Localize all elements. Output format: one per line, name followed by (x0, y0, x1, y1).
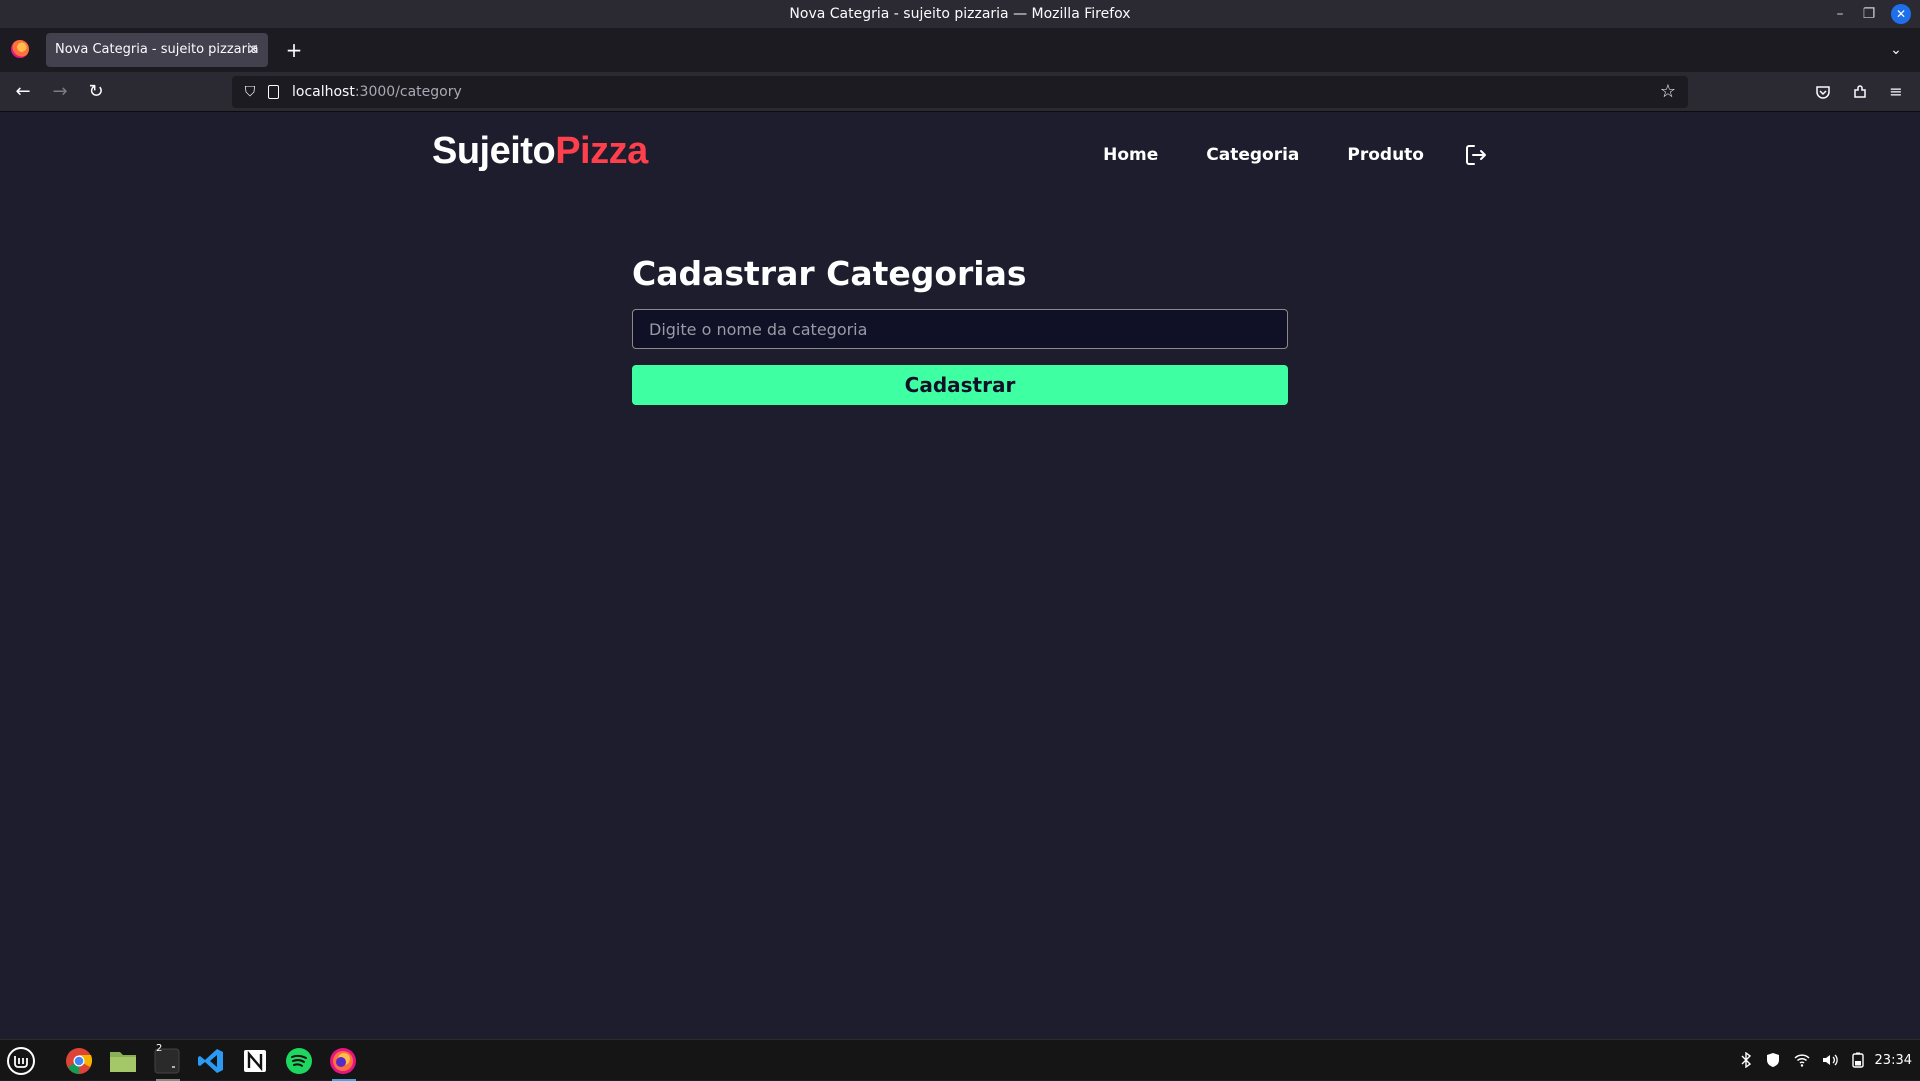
maximize-icon[interactable]: ❐ (1859, 4, 1879, 24)
firefox-icon (11, 40, 29, 58)
logo-text-sujeito: Sujeito (432, 130, 556, 172)
nav-home-link[interactable]: Home (1103, 145, 1158, 165)
site-nav: Home Categoria Produto (1055, 140, 1488, 170)
url-host: localhost (292, 84, 355, 100)
files-icon[interactable] (108, 1046, 140, 1076)
pocket-icon[interactable] (1809, 78, 1837, 106)
window-titlebar: Nova Categria - sujeito pizzaria — Mozil… (0, 0, 1920, 28)
logo-text-pizza: Pizza (555, 130, 648, 172)
nav-toolbar: ← → ↻ ⛉ localhost:3000/category ☆ ≡ (0, 72, 1920, 112)
battery-icon[interactable] (1848, 1040, 1868, 1081)
nav-category-link[interactable]: Categoria (1206, 145, 1299, 165)
chevron-down-icon[interactable]: ⌄ (1882, 36, 1910, 64)
taskbar: 2 23:34 (0, 1039, 1920, 1081)
spotify-icon[interactable] (284, 1046, 316, 1076)
site-header: SujeitoPizza Home Categoria Produto (432, 112, 1488, 192)
shield-icon[interactable]: ⛉ (240, 82, 260, 102)
terminal-window-count: 2 (156, 1043, 163, 1054)
site-logo[interactable]: SujeitoPizza (432, 130, 648, 173)
url-text[interactable]: localhost:3000/category (292, 76, 462, 108)
tab-bar: Nova Categria - sujeito pizzaria ✕ + ⌄ (0, 28, 1920, 72)
terminal-icon[interactable]: 2 (152, 1043, 184, 1081)
tab-active[interactable]: Nova Categria - sujeito pizzaria ✕ (46, 33, 268, 67)
tab-title: Nova Categria - sujeito pizzaria (55, 42, 259, 57)
clock[interactable]: 23:34 (1875, 1040, 1912, 1081)
nav-product-link[interactable]: Produto (1347, 145, 1424, 165)
forward-icon[interactable]: → (46, 78, 74, 106)
url-bar[interactable]: ⛉ localhost:3000/category ☆ (232, 76, 1688, 108)
mint-menu-icon[interactable] (6, 1046, 38, 1076)
minimize-icon[interactable]: – (1830, 4, 1850, 24)
bluetooth-icon[interactable] (1738, 1040, 1754, 1081)
security-icon[interactable] (1763, 1040, 1783, 1081)
submit-button[interactable]: Cadastrar (632, 365, 1288, 405)
logout-icon[interactable] (1464, 143, 1488, 167)
firefox-taskbar-icon[interactable] (328, 1046, 360, 1081)
reload-icon[interactable]: ↻ (82, 78, 110, 106)
star-icon[interactable]: ☆ (1656, 80, 1680, 104)
close-icon[interactable]: ✕ (247, 33, 259, 67)
category-name-input[interactable] (632, 309, 1288, 349)
window-title: Nova Categria - sujeito pizzaria — Mozil… (789, 6, 1131, 22)
chrome-icon[interactable] (64, 1046, 96, 1076)
close-window-icon[interactable]: ✕ (1891, 4, 1911, 24)
page-icon[interactable] (268, 85, 279, 99)
extensions-icon[interactable] (1846, 78, 1874, 106)
page-title: Cadastrar Categorias (632, 254, 1027, 293)
url-path: :3000/category (354, 84, 462, 100)
plus-icon[interactable]: + (280, 36, 308, 64)
page-content: SujeitoPizza Home Categoria Produto Cada… (0, 112, 1920, 1039)
back-icon[interactable]: ← (9, 78, 37, 106)
vscode-icon[interactable] (196, 1046, 228, 1076)
notion-icon[interactable] (240, 1046, 272, 1076)
volume-icon[interactable] (1820, 1040, 1840, 1081)
menu-icon[interactable]: ≡ (1882, 78, 1910, 106)
category-form: Cadastrar Categorias Cadastrar (632, 254, 1288, 405)
wifi-icon[interactable] (1792, 1040, 1812, 1081)
